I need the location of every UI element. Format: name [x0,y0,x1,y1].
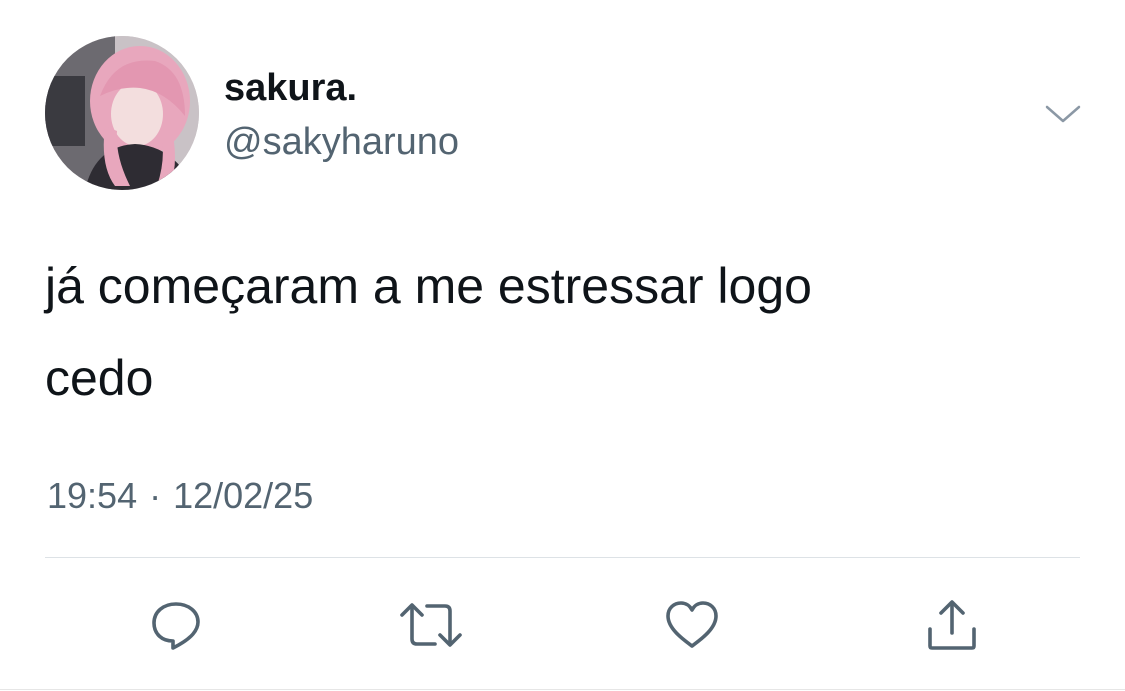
retweet-button[interactable] [396,590,466,660]
chevron-down-icon [1045,105,1081,123]
tweet-text: já começaram a me estressar logo cedo [45,240,1045,424]
divider [45,557,1080,558]
share-icon [928,600,976,650]
heart-icon [666,601,718,648]
display-name[interactable]: sakura. [224,66,357,110]
more-options-button[interactable] [1040,96,1086,132]
user-handle[interactable]: @sakyharuno [224,120,459,164]
tweet-time: 19:54 [47,475,138,516]
like-button[interactable] [657,590,727,660]
reply-button[interactable] [141,590,211,660]
retweet-icon [400,603,462,647]
avatar-photo [45,36,199,190]
tweet-timestamp: 19:54 · 12/02/25 [47,474,313,518]
tweet-text-line-2: cedo [45,350,154,406]
tweet-text-line-1: já começaram a me estressar logo [45,258,812,314]
tweet-card: sakura. @sakyharuno já começaram a me es… [0,0,1125,691]
action-bar [0,590,1125,660]
avatar[interactable] [45,36,199,190]
tweet-date: 12/02/25 [173,475,314,516]
meta-separator: · [149,475,162,516]
share-button[interactable] [917,590,987,660]
bottom-border [0,689,1125,690]
reply-icon [152,602,200,650]
